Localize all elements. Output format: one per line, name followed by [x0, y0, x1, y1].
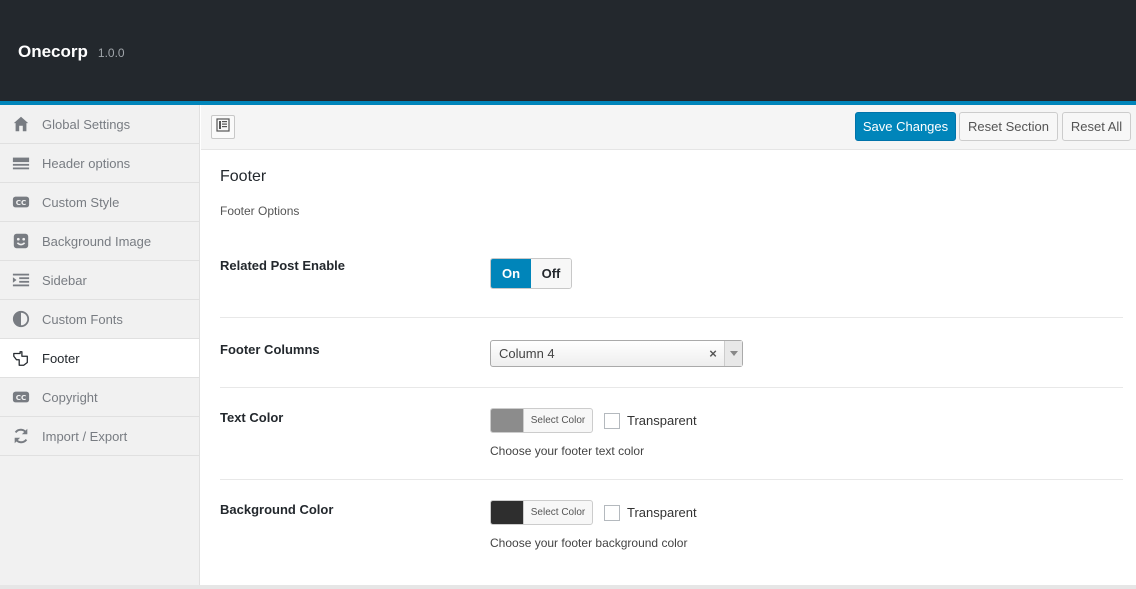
hand-pointer-icon	[12, 349, 30, 367]
sidebar-item-label: Copyright	[42, 389, 98, 405]
sidebar-item-custom-fonts[interactable]: Custom Fonts	[0, 300, 199, 339]
options-sidebar: Global Settings Header options CC Custom…	[0, 105, 200, 589]
background-color-picker: Select Color Transparent	[490, 500, 697, 525]
cc-icon: CC	[12, 193, 30, 211]
cc-icon: CC	[12, 388, 30, 406]
header-icon	[12, 154, 30, 172]
reset-all-button[interactable]: Reset All	[1062, 112, 1131, 141]
sidebar-item-import-export[interactable]: Import / Export	[0, 417, 199, 456]
home-icon	[12, 115, 30, 133]
related-post-switch: On Off	[490, 258, 572, 289]
footer-columns-label: Footer Columns	[220, 342, 320, 357]
expand-icon	[216, 117, 230, 137]
switch-off-button[interactable]: Off	[531, 259, 571, 288]
sidebar-item-background-image[interactable]: Background Image	[0, 222, 199, 261]
footer-columns-row: Footer Columns Column 4 ×	[220, 318, 1123, 388]
related-post-label: Related Post Enable	[220, 258, 345, 273]
app-title: Onecorp	[18, 42, 88, 61]
footer-columns-select[interactable]: Column 4 ×	[490, 340, 743, 367]
transparent-label: Transparent	[627, 413, 697, 428]
sidebar-item-copyright[interactable]: CC Copyright	[0, 378, 199, 417]
sidebar-item-label: Global Settings	[42, 116, 131, 132]
sidebar-item-label: Custom Fonts	[42, 311, 123, 327]
options-panel: Footer Footer Options Related Post Enabl…	[201, 150, 1136, 589]
sidebar-item-label: Background Image	[42, 233, 152, 249]
brand: Onecorp 1.0.0	[18, 42, 125, 62]
svg-text:CC: CC	[16, 198, 27, 207]
sidebar-item-global-settings[interactable]: Global Settings	[0, 105, 199, 144]
sidebar-item-label: Import / Export	[42, 428, 128, 444]
app-version: 1.0.0	[97, 46, 125, 60]
text-color-picker: Select Color Transparent	[490, 408, 697, 433]
section-title: Footer	[220, 168, 267, 185]
save-changes-button[interactable]: Save Changes	[855, 112, 956, 141]
background-color-label: Background Color	[220, 502, 334, 517]
sidebar-item-footer[interactable]: Footer	[0, 339, 199, 378]
footer-columns-value: Column 4	[499, 346, 555, 361]
admin-header: Onecorp 1.0.0	[0, 0, 1136, 101]
transparent-label: Transparent	[627, 505, 697, 520]
switch-on-button[interactable]: On	[491, 259, 531, 288]
bottom-border	[0, 585, 1136, 589]
sidebar-item-header-options[interactable]: Header options	[0, 144, 199, 183]
text-color-transparent-checkbox[interactable]	[604, 412, 620, 429]
clear-icon[interactable]: ×	[706, 346, 720, 361]
text-color-label: Text Color	[220, 410, 284, 425]
text-color-select-button[interactable]: Select Color	[490, 408, 593, 433]
section-description: Footer Options	[220, 204, 300, 218]
svg-text:CC: CC	[16, 393, 27, 402]
text-color-help: Choose your footer text color	[490, 444, 645, 458]
select-color-label: Select Color	[523, 409, 592, 432]
related-post-row: Related Post Enable On Off	[220, 238, 1123, 318]
select-color-label: Select Color	[523, 501, 592, 524]
expand-options-button[interactable]	[211, 115, 235, 139]
reset-section-button[interactable]: Reset Section	[959, 112, 1058, 141]
refresh-icon	[12, 427, 30, 445]
sidebar-icon	[12, 271, 30, 289]
contrast-icon	[12, 310, 30, 328]
sidebar-item-custom-style[interactable]: CC Custom Style	[0, 183, 199, 222]
sidebar-item-label: Header options	[42, 155, 131, 171]
sidebar-item-sidebar[interactable]: Sidebar	[0, 261, 199, 300]
text-color-swatch	[491, 409, 523, 432]
sidebar-item-label: Sidebar	[42, 272, 87, 288]
dropdown-arrow-icon[interactable]	[724, 341, 742, 366]
options-toolbar: Save Changes Reset Section Reset All	[201, 105, 1136, 150]
smiley-icon	[12, 232, 30, 250]
background-color-help: Choose your footer background color	[490, 536, 688, 550]
background-color-swatch	[491, 501, 523, 524]
sidebar-item-label: Footer	[42, 350, 80, 366]
sidebar-item-label: Custom Style	[42, 194, 120, 210]
background-color-row: Background Color Select Color Transparen…	[220, 480, 1123, 572]
background-color-transparent-checkbox[interactable]	[604, 504, 620, 521]
text-color-row: Text Color Select Color Transparent Choo…	[220, 388, 1123, 480]
background-color-select-button[interactable]: Select Color	[490, 500, 593, 525]
